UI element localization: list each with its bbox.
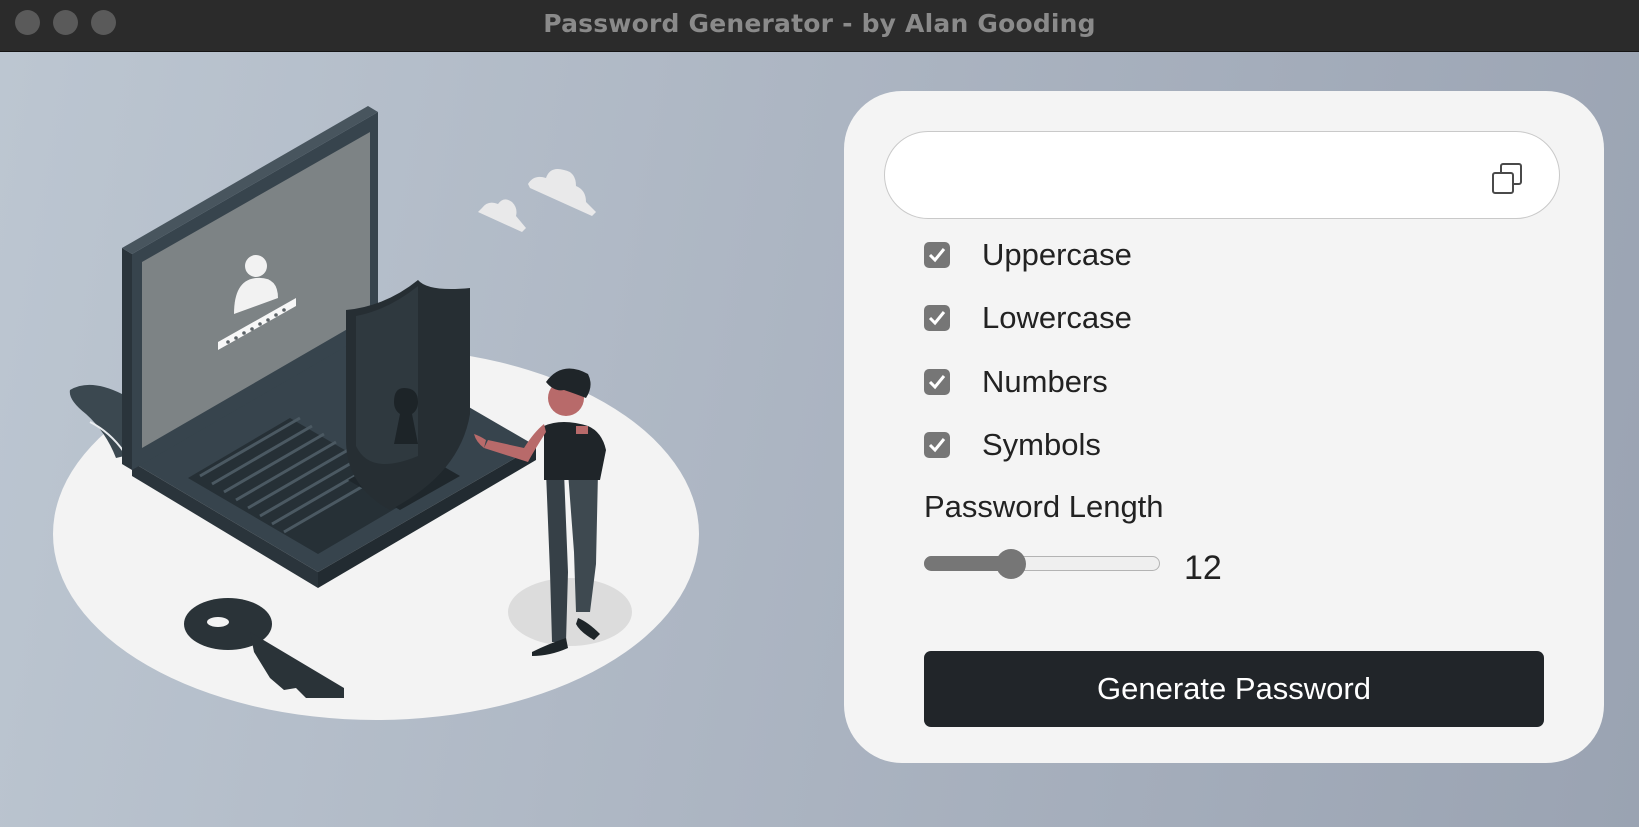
app-window: Password Generator - by Alan Gooding Upp… [0, 0, 1639, 827]
window-title: Password Generator - by Alan Gooding [543, 9, 1096, 38]
generate-password-button[interactable]: Generate Password [924, 651, 1544, 727]
option-lowercase[interactable]: Lowercase [924, 298, 1132, 338]
option-uppercase[interactable]: Uppercase [924, 235, 1132, 275]
numbers-checkbox[interactable] [924, 369, 950, 395]
title-bar: Password Generator - by Alan Gooding [0, 0, 1639, 52]
password-length-slider[interactable] [924, 549, 1162, 579]
checkmark-icon [928, 311, 946, 326]
symbols-checkbox[interactable] [924, 432, 950, 458]
checkmark-icon [928, 248, 946, 263]
password-output-field [884, 131, 1560, 219]
laptop-security-illustration [53, 106, 699, 720]
password-output-input[interactable] [915, 150, 1479, 202]
uppercase-label: Uppercase [982, 237, 1132, 272]
symbols-label: Symbols [982, 427, 1101, 462]
option-symbols[interactable]: Symbols [924, 425, 1101, 465]
checkmark-icon [928, 438, 946, 453]
shield-keyhole-icon [346, 280, 470, 510]
uppercase-checkbox[interactable] [924, 242, 950, 268]
numbers-label: Numbers [982, 364, 1108, 399]
main-content: Uppercase Lowercase Numbers Symbols Pass… [0, 52, 1639, 827]
cloud-icon [478, 169, 596, 232]
lowercase-label: Lowercase [982, 300, 1132, 335]
slider-thumb[interactable] [996, 549, 1026, 579]
password-length-label: Password Length [924, 489, 1164, 524]
copy-icon[interactable] [1491, 162, 1525, 196]
option-numbers[interactable]: Numbers [924, 362, 1108, 402]
checkmark-icon [928, 375, 946, 390]
generator-card: Uppercase Lowercase Numbers Symbols Pass… [844, 91, 1604, 763]
lowercase-checkbox[interactable] [924, 305, 950, 331]
password-length-value: 12 [1184, 549, 1222, 587]
